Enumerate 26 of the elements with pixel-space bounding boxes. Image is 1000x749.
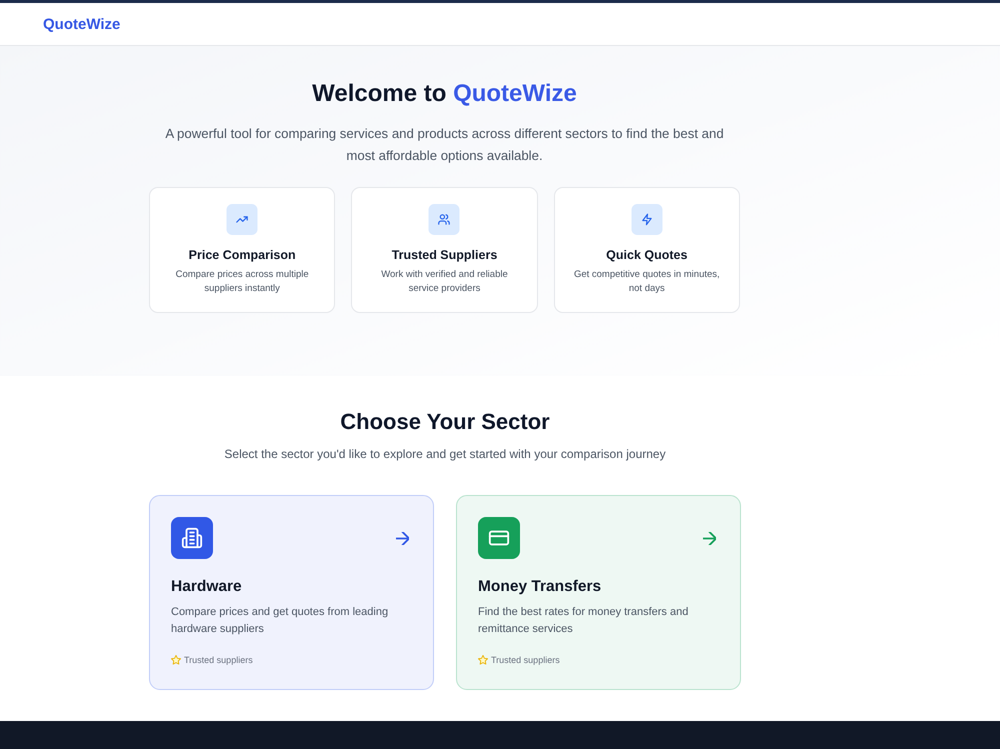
- feature-description: Work with verified and reliable service providers: [380, 268, 509, 296]
- section-subtitle: Select the sector you'd like to explore and get started with your comparison journey: [224, 446, 666, 462]
- trend-up-icon: [226, 204, 258, 235]
- sector-title: Hardware: [171, 577, 243, 597]
- arrow-right-icon[interactable]: [703, 532, 716, 544]
- feature-description: Compare prices across multiple suppliers instantly: [174, 268, 310, 296]
- sector-description: Find the best rates for money transfers and remittance services: [478, 605, 690, 637]
- feature-title: Trusted Suppliers: [392, 247, 498, 263]
- hero-subtitle: A powerful tool for comparing services and products across different sectors to find the best and most affordable options available.: [164, 125, 725, 165]
- sector-card[interactable]: Money Transfers Find the best rates for money transfers and remittance services Trusted suppliers: [456, 495, 741, 690]
- sector-card[interactable]: Hardware Compare prices and get quotes from leading hardware suppliers Trusted suppliers: [149, 495, 434, 690]
- feature-description: Get competitive quotes in minutes, not days: [572, 268, 721, 296]
- feature-title: Quick Quotes: [606, 247, 688, 263]
- star-icon: [171, 655, 181, 665]
- sector-description: Compare prices and get quotes from leading hardware suppliers: [171, 605, 390, 637]
- feature-title: Price Comparison: [188, 247, 296, 263]
- brand-logo[interactable]: QuoteWize: [43, 16, 120, 32]
- arrow-right-icon[interactable]: [396, 532, 409, 544]
- lightning-icon: [630, 204, 663, 235]
- section-title: Choose Your Sector: [340, 408, 550, 436]
- trust-label: Trusted suppliers: [184, 654, 253, 666]
- people-icon: [428, 204, 460, 235]
- hero-title: Welcome to QuoteWize: [312, 79, 577, 109]
- star-icon: [478, 655, 488, 665]
- sector-title: Money Transfers: [478, 577, 602, 597]
- trust-label: Trusted suppliers: [491, 654, 560, 666]
